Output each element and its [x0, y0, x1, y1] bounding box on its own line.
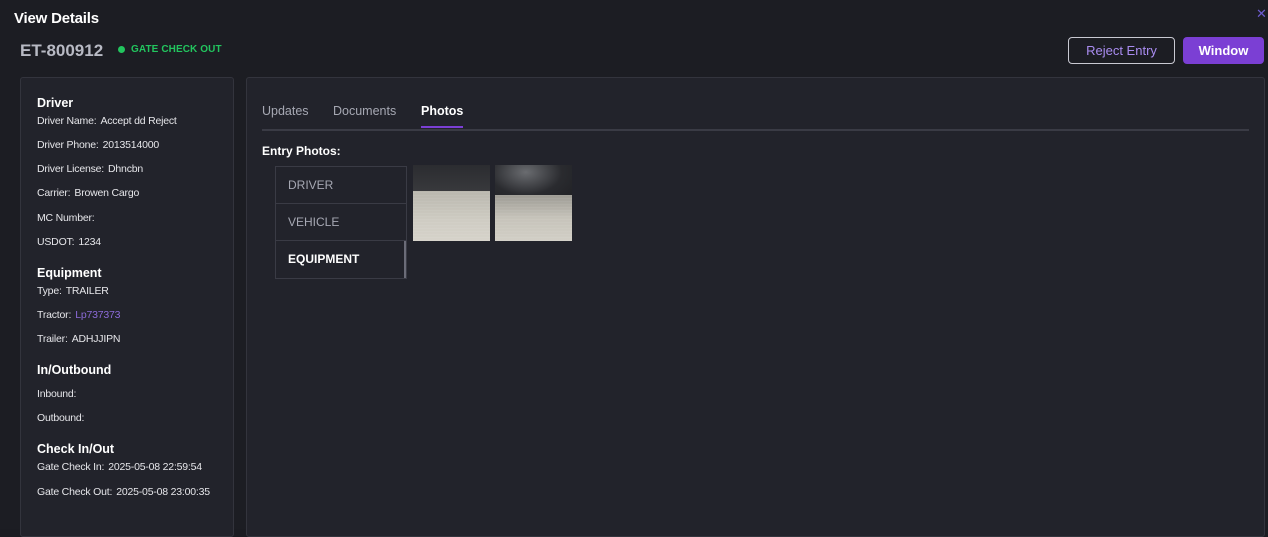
outbound-label: Outbound: [37, 412, 85, 424]
entry-photos-label: Entry Photos: [262, 144, 341, 158]
carrier-value: Browen Cargo [74, 187, 140, 199]
tab-updates[interactable]: Updates [262, 104, 309, 126]
gate-check-in-label: Gate Check In: [37, 461, 105, 473]
driver-name-value: Accept dd Reject [100, 115, 177, 127]
usdot-label: USDOT: [37, 236, 75, 248]
gate-check-in-value: 2025-05-08 22:59:54 [108, 461, 202, 473]
tab-documents[interactable]: Documents [333, 104, 396, 126]
equipment-type-value: TRAILER [65, 285, 109, 297]
tractor-field: Tractor: Lp737373 [37, 309, 121, 321]
photo-category-list: DRIVER VEHICLE EQUIPMENT [275, 166, 407, 279]
inbound-label: Inbound: [37, 388, 77, 400]
equipment-type-field: Type: TRAILER [37, 285, 109, 297]
status-badge: GATE CHECK OUT [118, 44, 222, 55]
window-button[interactable]: Window [1183, 37, 1264, 64]
trailer-field: Trailer: ADHJJIPN [37, 333, 120, 345]
gate-check-out-label: Gate Check Out: [37, 486, 113, 498]
driver-license-value: Dhncbn [108, 163, 144, 175]
driver-phone-value: 2013514000 [102, 139, 160, 151]
entry-id: ET-800912 [20, 41, 104, 60]
trailer-label: Trailer: [37, 333, 68, 345]
photo-category-equipment[interactable]: EQUIPMENT [276, 241, 406, 278]
driver-license-label: Driver License: [37, 163, 105, 175]
driver-name-field: Driver Name: Accept dd Reject [37, 115, 177, 127]
driver-name-label: Driver Name: [37, 115, 97, 127]
equipment-section-title: Equipment [37, 266, 102, 280]
photo-thumbnail-surface [495, 195, 572, 241]
outbound-field: Outbound: [37, 412, 88, 424]
tab-photos[interactable]: Photos [421, 104, 464, 128]
details-panel: Driver Driver Name: Accept dd Reject Driv… [20, 77, 234, 537]
driver-phone-label: Driver Phone: [37, 139, 99, 151]
status-dot-icon [118, 46, 125, 53]
status-label: GATE CHECK OUT [131, 44, 222, 55]
reject-entry-button[interactable]: Reject Entry [1068, 37, 1175, 64]
equipment-type-label: Type: [37, 285, 62, 297]
inoutbound-section-title: In/Outbound [37, 363, 112, 377]
tab-bar: Updates Documents Photos [262, 104, 1249, 131]
content-panel: Updates Documents Photos Entry Photos: D… [246, 77, 1265, 537]
gate-check-in-field: Gate Check In: 2025-05-08 22:59:54 [37, 461, 202, 473]
tractor-link[interactable]: Lp737373 [75, 309, 120, 321]
close-icon[interactable]: ✕ [1256, 7, 1267, 20]
photo-category-vehicle[interactable]: VEHICLE [276, 204, 406, 241]
inbound-field: Inbound: [37, 388, 80, 400]
mc-number-field: MC Number: [37, 212, 99, 224]
mc-number-label: MC Number: [37, 212, 95, 224]
driver-license-field: Driver License: Dhncbn [37, 163, 143, 175]
view-details-modal: View Details ✕ ET-800912 GATE CHECK OUT … [0, 0, 1268, 537]
carrier-label: Carrier: [37, 187, 71, 199]
modal-title: View Details [14, 10, 99, 27]
usdot-value: 1234 [78, 236, 101, 248]
driver-phone-field: Driver Phone: 2013514000 [37, 139, 159, 151]
gate-check-out-value: 2025-05-08 23:00:35 [116, 486, 210, 498]
photo-thumbnail[interactable] [413, 165, 490, 241]
photo-category-driver[interactable]: DRIVER [276, 167, 406, 204]
check-inout-section-title: Check In/Out [37, 442, 115, 456]
photo-thumbnail-surface [413, 191, 490, 241]
photo-thumbnail[interactable] [495, 165, 572, 241]
driver-section-title: Driver [37, 96, 74, 110]
usdot-field: USDOT: 1234 [37, 236, 101, 248]
tractor-label: Tractor: [37, 309, 72, 321]
gate-check-out-field: Gate Check Out: 2025-05-08 23:00:35 [37, 486, 210, 498]
trailer-value: ADHJJIPN [71, 333, 121, 345]
carrier-field: Carrier: Browen Cargo [37, 187, 139, 199]
